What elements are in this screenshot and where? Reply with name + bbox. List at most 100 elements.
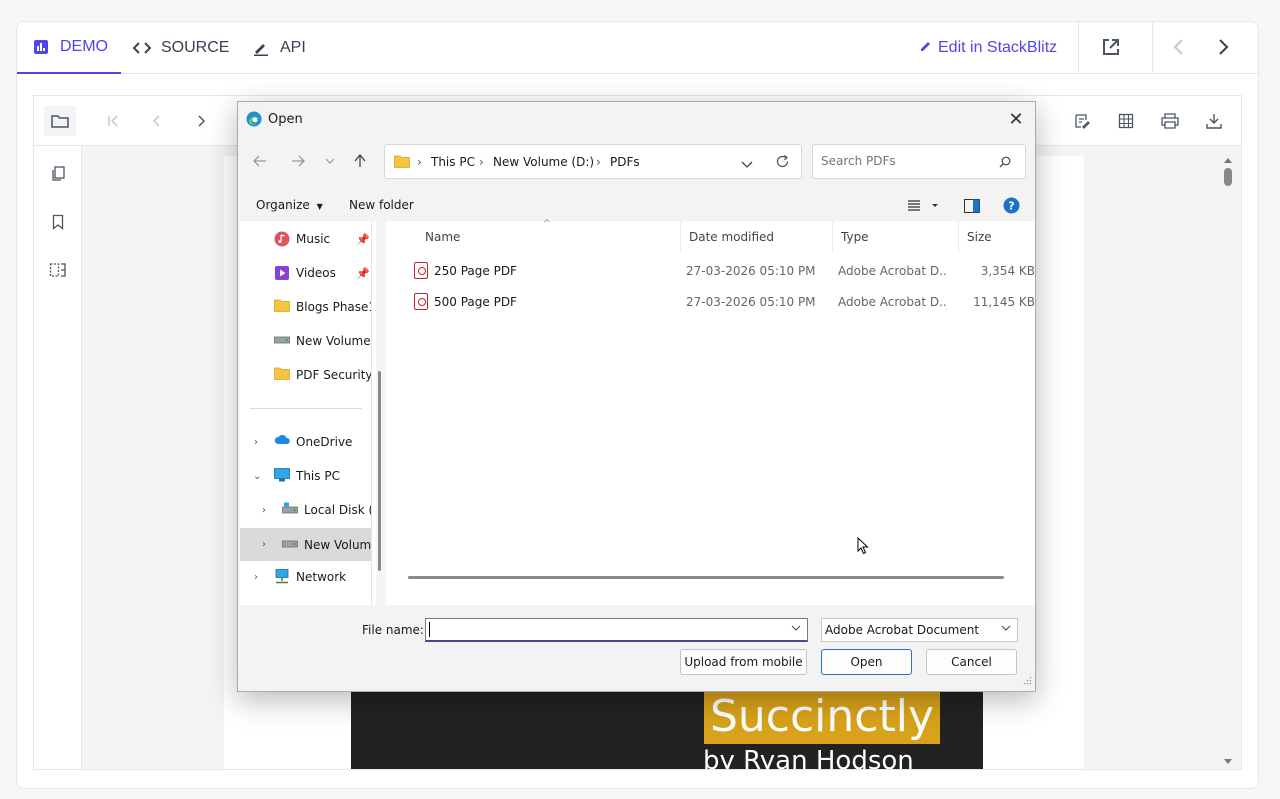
chevron-down-icon[interactable] — [1001, 623, 1011, 634]
nav-item-onedrive[interactable]: › OneDrive — [240, 427, 371, 457]
bookmark-icon[interactable] — [48, 212, 68, 232]
breadcrumb-pdfs[interactable]: PDFs — [610, 155, 640, 169]
help-icon[interactable]: ? — [1003, 197, 1020, 217]
music-icon — [274, 231, 290, 247]
file-size: 11,145 KB — [973, 295, 1035, 309]
pdf-file-icon — [414, 293, 428, 310]
tab-api-label: API — [280, 39, 306, 56]
search-icon[interactable] — [999, 156, 1011, 171]
nav-scrollbar[interactable] — [376, 221, 386, 605]
page-thumbnails-icon[interactable] — [48, 164, 68, 184]
layers-icon[interactable] — [48, 260, 68, 280]
forward-arrow-icon[interactable] — [286, 150, 310, 172]
nav-label: New Volum — [304, 537, 372, 552]
print-icon[interactable] — [1160, 111, 1180, 131]
address-dropdown-icon[interactable] — [741, 158, 753, 172]
recent-locations-chevron-icon[interactable] — [318, 150, 342, 172]
nav-item-new-volume-d[interactable]: › New Volum — [240, 528, 372, 561]
demo-topbar: DEMO SOURCE API Edit in StackBlitz — [17, 22, 1258, 74]
tab-api[interactable]: API — [252, 22, 306, 74]
nav-item-new-volume[interactable]: New Volume — [240, 326, 371, 356]
chevron-right-icon[interactable]: › — [254, 572, 258, 583]
cancel-button[interactable]: Cancel — [926, 649, 1017, 675]
edit-in-stackblitz-link[interactable]: Edit in StackBlitz — [920, 22, 1057, 74]
address-bar[interactable]: › This PC › New Volume (D:) › PDFs — [384, 144, 802, 179]
first-page-icon[interactable] — [104, 112, 122, 130]
annotation-icon[interactable] — [1072, 111, 1092, 131]
nav-item-network[interactable]: › Network — [240, 562, 371, 592]
column-label: Date modified — [689, 230, 775, 244]
tab-demo[interactable]: DEMO — [17, 22, 121, 74]
chevron-left-icon[interactable] — [1168, 37, 1188, 57]
search-input[interactable] — [821, 154, 991, 168]
search-box[interactable] — [812, 144, 1026, 179]
breadcrumb-new-volume[interactable]: New Volume (D:) — [493, 155, 594, 169]
column-label: Type — [841, 230, 869, 244]
nav-item-videos[interactable]: Videos 📌 — [240, 258, 371, 288]
resize-grip-icon[interactable] — [1023, 674, 1032, 688]
file-list-horizontal-scrollbar[interactable] — [408, 576, 1004, 579]
back-arrow-icon[interactable] — [248, 150, 272, 172]
previous-page-icon[interactable] — [148, 112, 166, 130]
download-icon[interactable] — [1204, 111, 1224, 131]
nav-label: PDF Security — [296, 368, 372, 382]
column-label: Name — [425, 230, 461, 244]
column-label: Size — [967, 230, 992, 244]
open-folder-icon[interactable] — [44, 106, 76, 136]
nav-item-music[interactable]: Music 📌 — [240, 224, 371, 254]
up-arrow-icon[interactable] — [348, 150, 372, 172]
next-page-icon[interactable] — [192, 112, 210, 130]
divider — [1152, 22, 1153, 74]
nav-item-this-pc[interactable]: ⌄ This PC — [240, 461, 371, 491]
nav-label: This PC — [296, 469, 340, 483]
new-folder-button[interactable]: New folder — [349, 198, 414, 212]
pdf-file-icon — [414, 262, 428, 279]
command-bar: Organize ▼ New folder ? — [238, 190, 1035, 220]
upload-from-mobile-button[interactable]: Upload from mobile — [680, 649, 807, 675]
close-icon[interactable]: ✕ — [1003, 106, 1029, 132]
column-header-type[interactable]: Type — [833, 221, 959, 253]
chevron-down-icon[interactable] — [791, 623, 801, 634]
divider — [1078, 22, 1079, 74]
pin-icon: 📌 — [356, 266, 370, 280]
file-row[interactable]: 250 Page PDF 27-03-2026 05:10 PM Adobe A… — [390, 256, 1035, 286]
drive-icon — [282, 502, 298, 518]
open-button[interactable]: Open — [821, 649, 912, 675]
open-new-window-icon[interactable] — [1100, 36, 1122, 58]
chevron-right-icon[interactable]: › — [262, 539, 266, 550]
caret-down-icon: ▼ — [316, 202, 323, 211]
file-name-label: File name: — [362, 623, 424, 637]
viewer-scrollbar[interactable] — [1221, 156, 1235, 766]
form-fields-icon[interactable] — [1116, 111, 1136, 131]
file-name-combobox[interactable] — [425, 618, 808, 642]
column-header-name[interactable]: Name ^ — [410, 219, 681, 253]
column-header-date-modified[interactable]: Date modified — [681, 221, 833, 253]
file-type-select[interactable]: Adobe Acrobat Document — [821, 618, 1018, 642]
chevron-right-icon[interactable]: › — [254, 437, 258, 448]
column-header-size[interactable]: Size — [959, 221, 1035, 253]
nav-item-pdf-security[interactable]: PDF Security — [240, 360, 372, 390]
cover-author: by Ryan Hodson — [703, 746, 914, 770]
file-size: 3,354 KB — [980, 264, 1035, 278]
breadcrumb-this-pc[interactable]: This PC — [431, 155, 475, 169]
chevron-right-icon[interactable] — [1214, 37, 1234, 57]
edit-label: Edit in StackBlitz — [938, 39, 1058, 56]
folder-icon — [394, 155, 410, 171]
dialog-title: Open — [268, 112, 303, 127]
file-date: 27-03-2026 05:10 PM — [686, 295, 816, 309]
nav-item-local-disk[interactable]: › Local Disk ( — [240, 495, 371, 525]
organize-menu[interactable]: Organize ▼ — [256, 198, 323, 212]
file-row[interactable]: 500 Page PDF 27-03-2026 05:10 PM Adobe A… — [390, 287, 1035, 317]
cover-title: Succinctly — [704, 688, 940, 744]
sort-ascending-icon: ^ — [543, 219, 551, 229]
tab-source[interactable]: SOURCE — [133, 22, 229, 74]
refresh-icon[interactable] — [775, 154, 790, 172]
nav-item-blogs-phase1[interactable]: Blogs Phase1 — [240, 292, 371, 322]
nav-scroll-thumb[interactable] — [378, 371, 381, 571]
chevron-down-icon[interactable]: ⌄ — [253, 471, 261, 482]
preview-pane-icon[interactable] — [964, 199, 980, 216]
view-options-icon[interactable] — [908, 200, 938, 214]
nav-label: New Volume — [296, 334, 371, 348]
bar-chart-icon — [32, 38, 50, 56]
chevron-right-icon[interactable]: › — [262, 505, 266, 516]
